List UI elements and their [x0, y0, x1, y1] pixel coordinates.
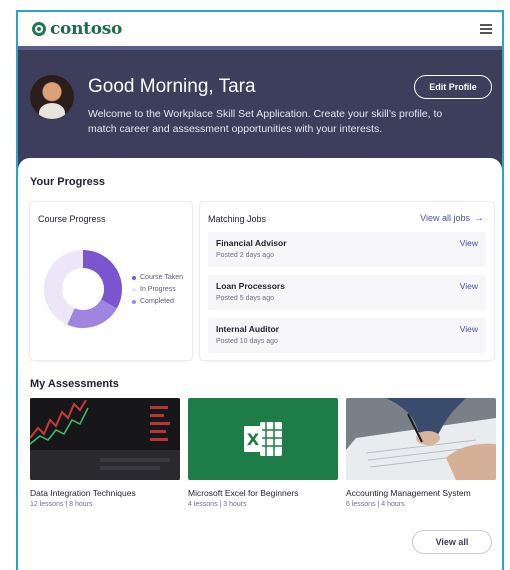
contoso-logo-icon [32, 22, 46, 36]
app-frame: contoso Good Morning, Tara Welcome to th… [16, 10, 504, 570]
signing-document-graphic [346, 398, 496, 480]
matching-jobs-card: Matching Jobs View all jobs → Financial … [200, 202, 494, 360]
assessment-title[interactable]: Accounting Management System [346, 488, 471, 498]
completed-segment [67, 298, 117, 328]
assessment-title[interactable]: Microsoft Excel for Beginners [188, 488, 299, 498]
course-progress-card: Course Progress Course Taken In Progress… [30, 202, 192, 360]
job-row[interactable]: Internal Auditor Posted 10 days ago View [208, 318, 486, 353]
excel-logo-image[interactable]: X [188, 398, 338, 480]
job-title: Financial Advisor [216, 238, 287, 248]
hamburger-menu-icon[interactable] [480, 24, 492, 34]
legend-dot-icon [132, 287, 136, 292]
legend-item-course-taken: Course Taken [132, 274, 183, 281]
donut-legend: Course Taken In Progress Completed [132, 274, 183, 310]
my-assessments-heading: My Assessments [30, 378, 119, 390]
greeting-heading: Good Morning, Tara [88, 76, 256, 97]
course-progress-title: Course Progress [38, 214, 106, 224]
job-title: Loan Processors [216, 281, 285, 291]
view-all-jobs-label: View all jobs [420, 213, 470, 223]
edit-profile-button[interactable]: Edit Profile [414, 75, 492, 99]
job-row[interactable]: Financial Advisor Posted 2 days ago View [208, 232, 486, 267]
legend-item-completed: Completed [132, 298, 183, 305]
assessment-meta: 4 lessons | 3 hours [188, 501, 247, 508]
stock-chart-image[interactable] [30, 398, 180, 480]
job-view-link[interactable]: View [460, 324, 478, 334]
your-progress-heading: Your Progress [30, 176, 105, 188]
excel-icon: X [244, 422, 282, 456]
job-posted-date: Posted 5 days ago [216, 295, 274, 302]
course-progress-donut-chart [44, 250, 122, 328]
job-posted-date: Posted 10 days ago [216, 338, 278, 345]
course-taken-segment [82, 250, 122, 309]
main-content: Your Progress Course Progress Course Tak… [18, 158, 502, 570]
legend-label: In Progress [140, 286, 176, 293]
job-view-link[interactable]: View [460, 238, 478, 248]
assessment-meta: 6 lessons | 4 hours [346, 501, 405, 508]
assessment-meta: 12 lessons | 8 hours [30, 501, 93, 508]
matching-jobs-title: Matching Jobs [208, 214, 267, 224]
assessment-title[interactable]: Data Integration Techniques [30, 488, 136, 498]
legend-label: Completed [140, 298, 174, 305]
welcome-text: Welcome to the Workplace Skill Set Appli… [88, 108, 443, 135]
signing-document-image[interactable] [346, 398, 496, 480]
legend-dot-icon [132, 275, 136, 280]
legend-dot-icon [132, 299, 136, 304]
job-row[interactable]: Loan Processors Posted 5 days ago View [208, 275, 486, 310]
legend-label: Course Taken [140, 274, 184, 281]
view-all-jobs-link[interactable]: View all jobs → [420, 213, 484, 223]
job-posted-date: Posted 2 days ago [216, 252, 274, 259]
job-title: Internal Auditor [216, 324, 279, 334]
arrow-right-icon: → [474, 212, 484, 224]
brand-name: contoso [50, 19, 123, 39]
job-view-link[interactable]: View [460, 281, 478, 291]
svg-text:X: X [247, 430, 260, 449]
avatar[interactable] [30, 75, 74, 119]
view-all-assessments-button[interactable]: View all [412, 530, 492, 554]
top-bar: contoso [18, 12, 502, 50]
legend-item-in-progress: In Progress [132, 286, 183, 293]
stock-chart-graphic [30, 398, 180, 480]
contoso-logo[interactable]: contoso [32, 19, 122, 39]
